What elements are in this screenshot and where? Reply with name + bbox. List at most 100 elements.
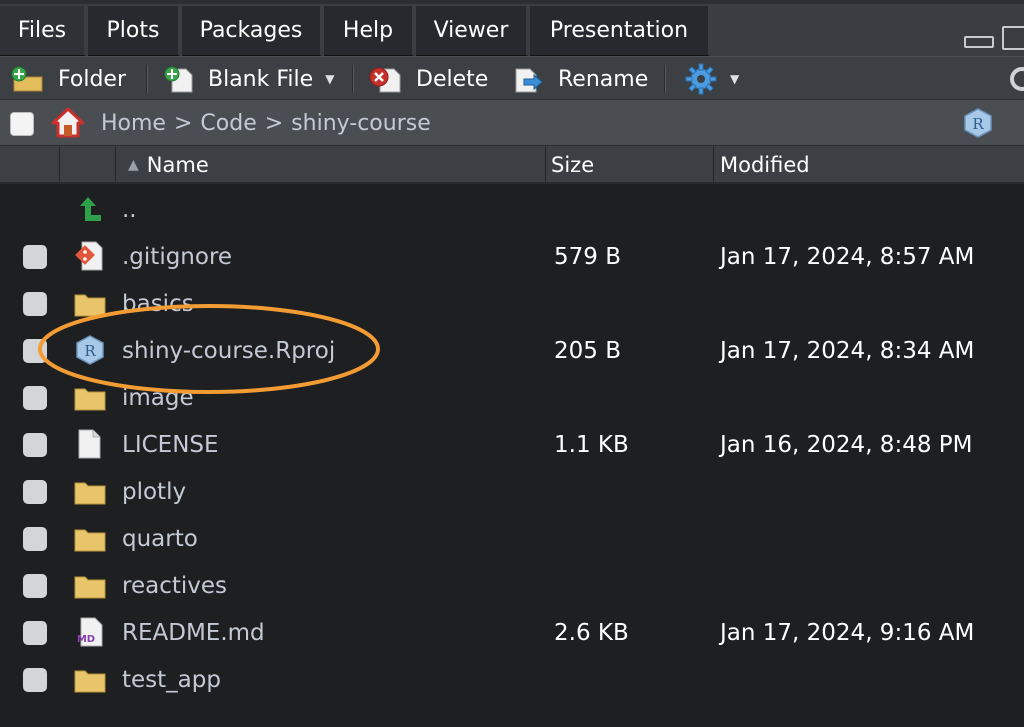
chevron-down-icon: ▼ [325, 72, 335, 86]
rename-icon [515, 68, 543, 93]
chevron-down-icon: ▼ [730, 72, 740, 86]
file-row[interactable]: MD README.md 2.6 KB Jan 17, 2024, 9:16 A… [0, 609, 1024, 656]
file-name[interactable]: plotly [122, 468, 186, 515]
file-row[interactable]: image [0, 374, 1024, 421]
row-checkbox[interactable] [23, 245, 47, 269]
file-name[interactable]: .gitignore [122, 233, 232, 280]
delete-button[interactable]: Delete [368, 57, 488, 101]
toolbar-divider [664, 65, 666, 93]
row-checkbox[interactable] [23, 480, 47, 504]
git-file-icon [75, 241, 103, 271]
column-header-size[interactable]: Size [546, 146, 714, 184]
tab-viewer[interactable]: Viewer [416, 6, 528, 56]
folder-icon [74, 388, 106, 411]
blank-file-label: Blank File [208, 66, 314, 92]
file-modified: Jan 17, 2024, 8:34 AM [720, 337, 975, 364]
tab-plots[interactable]: Plots [88, 6, 180, 56]
blank-file-button[interactable]: Blank File ▼ [162, 57, 334, 101]
tab-help[interactable]: Help [324, 6, 414, 56]
parent-dir-icon [80, 197, 101, 221]
rproj-icon: R [76, 335, 104, 365]
file-row[interactable]: test_app [0, 656, 1024, 703]
breadcrumb-current[interactable]: shiny-course [291, 111, 431, 136]
column-header-icon [60, 146, 116, 184]
text-file-icon [78, 429, 101, 459]
home-icon[interactable] [50, 106, 86, 138]
file-name[interactable]: test_app [122, 656, 221, 703]
svg-text:MD: MD [77, 634, 95, 645]
file-name[interactable]: README.md [122, 609, 265, 656]
breadcrumb-separator: > [264, 110, 284, 136]
pane-tab-bar: Files Plots Packages Help Viewer Present… [0, 0, 1024, 56]
file-name[interactable]: .. [122, 186, 137, 233]
file-name[interactable]: shiny-course.Rproj [122, 327, 335, 374]
file-name[interactable]: quarto [122, 515, 198, 562]
row-checkbox[interactable] [23, 574, 47, 598]
row-checkbox[interactable] [23, 433, 47, 457]
rename-label: Rename [558, 66, 649, 92]
file-name[interactable]: LICENSE [122, 421, 219, 468]
rproject-icon[interactable]: R [962, 108, 994, 138]
more-options-button[interactable]: ▼ [684, 57, 739, 101]
breadcrumb: Home > Code > shiny-course [101, 100, 431, 146]
markdown-file-icon: MD [77, 617, 103, 647]
breadcrumb-code[interactable]: Code [200, 111, 256, 136]
svg-text:R: R [972, 115, 984, 133]
row-checkbox[interactable] [23, 386, 47, 410]
file-row[interactable]: reactives [0, 562, 1024, 609]
file-modified: Jan 17, 2024, 8:57 AM [720, 243, 975, 270]
file-modified: Jan 17, 2024, 9:16 AM [720, 619, 975, 646]
file-modified: Jan 16, 2024, 8:48 PM [720, 431, 973, 458]
row-checkbox[interactable] [23, 668, 47, 692]
breadcrumb-bar: Home > Code > shiny-course R [0, 100, 1024, 146]
file-row[interactable]: LICENSE 1.1 KB Jan 16, 2024, 8:48 PM [0, 421, 1024, 468]
delete-label: Delete [416, 66, 489, 92]
svg-text:R: R [84, 342, 96, 360]
file-size: 579 B [554, 243, 621, 270]
toolbar-divider [146, 65, 148, 93]
tab-presentation[interactable]: Presentation [530, 6, 710, 56]
folder-icon [74, 670, 106, 693]
row-checkbox[interactable] [23, 621, 47, 645]
row-checkbox[interactable] [23, 292, 47, 316]
file-name[interactable]: basics [122, 280, 194, 327]
tab-files[interactable]: Files [0, 6, 86, 56]
maximize-pane-button[interactable] [1002, 26, 1024, 50]
column-header-modified[interactable]: Modified [714, 146, 1024, 184]
file-size: 1.1 KB [554, 431, 629, 458]
tab-packages[interactable]: Packages [182, 6, 322, 56]
files-toolbar: Folder Blank File ▼ Delete Rename ▼ [0, 56, 1024, 100]
file-row[interactable]: quarto [0, 515, 1024, 562]
new-folder-icon [11, 66, 43, 92]
folder-icon [74, 294, 106, 317]
new-blank-file-icon [164, 66, 193, 93]
column-header-name-label: Name [146, 153, 209, 177]
search-icon[interactable] [1008, 65, 1024, 95]
row-checkbox[interactable] [23, 527, 47, 551]
sort-ascending-icon: ▲ [128, 157, 139, 173]
folder-icon [74, 576, 106, 599]
column-header-row: ▲ Name Size Modified [0, 146, 1024, 184]
column-header-size-label: Size [551, 153, 595, 177]
row-checkbox[interactable] [23, 339, 47, 363]
file-row[interactable]: basics [0, 280, 1024, 327]
rename-button[interactable]: Rename [512, 57, 648, 101]
breadcrumb-home[interactable]: Home [101, 111, 166, 136]
column-header-checkbox [0, 146, 60, 184]
select-all-checkbox[interactable] [10, 112, 34, 136]
file-row[interactable]: plotly [0, 468, 1024, 515]
minimize-pane-button[interactable] [964, 36, 994, 48]
file-row[interactable]: .. [0, 186, 1024, 233]
folder-icon [74, 529, 106, 552]
column-header-name[interactable]: ▲ Name [116, 146, 546, 184]
toolbar-divider [352, 65, 354, 93]
file-name[interactable]: reactives [122, 562, 227, 609]
file-row[interactable]: .gitignore 579 B Jan 17, 2024, 8:57 AM [0, 233, 1024, 280]
file-row[interactable]: R shiny-course.Rproj 205 B Jan 17, 2024,… [0, 327, 1024, 374]
breadcrumb-separator: > [173, 110, 193, 136]
delete-icon [369, 67, 401, 93]
new-folder-label: Folder [58, 66, 126, 92]
file-name[interactable]: image [122, 374, 194, 421]
new-folder-button[interactable]: Folder [10, 57, 126, 101]
folder-icon [74, 482, 106, 505]
